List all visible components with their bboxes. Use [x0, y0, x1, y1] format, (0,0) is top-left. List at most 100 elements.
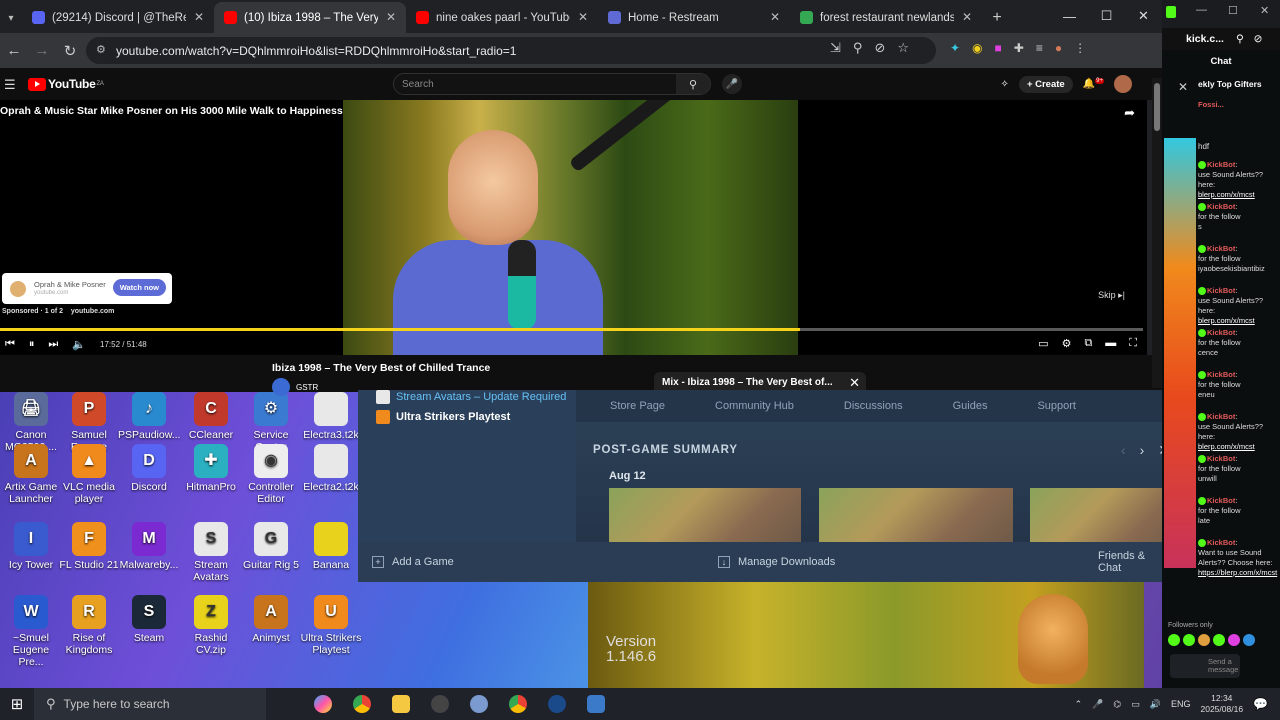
forward-icon[interactable]: → [28, 42, 56, 59]
add-game-button[interactable]: + Add a Game [372, 556, 454, 568]
close-icon[interactable]: ✕ [1260, 4, 1269, 17]
clock[interactable]: 12:34 2025/08/16 [1201, 693, 1244, 715]
screenshot-thumbnail[interactable] [609, 488, 801, 542]
microphone-icon[interactable]: 🎤 [722, 74, 742, 94]
skip-ad-button[interactable]: Skip ▸| [1098, 290, 1125, 301]
desktop-shortcut[interactable]: C CCleaner [180, 392, 242, 441]
desktop-shortcut[interactable]: ◉ Controller Editor [240, 444, 302, 505]
search-icon[interactable]: ⚲ [676, 74, 710, 94]
desktop-shortcut[interactable]: I Icy Tower [0, 522, 62, 571]
eye-off-icon[interactable]: ⊘ [874, 40, 885, 56]
install-icon[interactable]: ⇲ [830, 40, 841, 56]
browser-tab[interactable]: Home - Restream ✕ [598, 2, 790, 33]
zoom-icon[interactable]: ⚲ [853, 40, 863, 56]
desktop-shortcut[interactable]: D Discord [118, 444, 180, 493]
store-page-link[interactable]: Store Page [610, 400, 665, 412]
library-item-stream-avatars[interactable]: Stream Avatars – Update Required [376, 390, 566, 404]
share-icon[interactable]: ➦ [1124, 105, 1135, 121]
hamburger-icon[interactable]: ☰ [4, 77, 16, 93]
community-hub-link[interactable]: Community Hub [715, 400, 794, 412]
copilot-icon[interactable] [314, 695, 332, 713]
volume-icon[interactable]: 🔊 [1150, 699, 1161, 710]
guides-link[interactable]: Guides [953, 400, 988, 412]
chat-link[interactable]: blerp.com/x/mcst [1198, 190, 1255, 199]
desktop-shortcut[interactable]: G Guitar Rig 5 [240, 522, 302, 571]
discussions-link[interactable]: Discussions [844, 400, 903, 412]
file-explorer-icon[interactable] [392, 695, 410, 713]
channel-info[interactable]: GSTR [272, 378, 318, 396]
previous-icon[interactable]: ⏮ [5, 338, 15, 351]
close-tab-icon[interactable]: ✕ [194, 10, 204, 24]
battery-icon[interactable]: ▭ [1131, 699, 1140, 710]
reload-icon[interactable]: ↻ [56, 42, 84, 60]
captions-icon[interactable]: ▭ [1038, 337, 1048, 350]
minimize-icon[interactable]: — [1051, 0, 1088, 32]
fullscreen-icon[interactable]: ⛶ [1129, 337, 1137, 350]
create-button[interactable]: + Create [1018, 75, 1073, 93]
video-player[interactable]: Oprah & Music Star Mike Posner on His 30… [0, 100, 1147, 355]
extension-icon[interactable]: ✦ [950, 41, 960, 55]
emote-icon[interactable] [1198, 634, 1210, 646]
close-tab-icon[interactable]: ✕ [962, 10, 972, 24]
mix-playlist-header[interactable]: Mix - Ibiza 1998 – The Very Best of... ✕ [654, 372, 866, 392]
chat-send-input[interactable]: Send a message [1170, 654, 1240, 678]
volume-icon[interactable]: 🔈 [72, 338, 86, 351]
watch-now-button[interactable]: Watch now [112, 279, 166, 296]
screenshot-thumbnail[interactable] [819, 488, 1013, 542]
profile-icon[interactable]: ● [1055, 41, 1062, 55]
miniplayer-icon[interactable]: ⧉ [1084, 337, 1092, 350]
new-tab-button[interactable]: + [982, 3, 1012, 33]
desktop-shortcut[interactable]: U Ultra Strikers Playtest [300, 595, 362, 656]
minimize-icon[interactable]: — [1196, 4, 1207, 16]
desktop-shortcut[interactable]: Z Rashid CV.zip [180, 595, 242, 656]
close-tab-icon[interactable]: ✕ [578, 10, 588, 24]
desktop-shortcut[interactable]: ✚ HitmanPro [180, 444, 242, 493]
chat-link[interactable]: https://blerp.com/x/mcst [1198, 568, 1277, 577]
bookmark-star-icon[interactable]: ☆ [897, 40, 909, 56]
library-item-ultra-strikers[interactable]: Ultra Strikers Playtest [376, 410, 510, 424]
game-icon[interactable] [587, 695, 605, 713]
address-bar[interactable]: ⚙ youtube.com/watch?v=DQhlmmroiHo&list=R… [86, 37, 936, 64]
tab-search-icon[interactable]: ▾ [0, 3, 22, 33]
windows-start-icon[interactable]: ⊞ [0, 695, 34, 713]
desktop-shortcut[interactable]: Banana [300, 522, 362, 571]
network-icon[interactable]: ⌬ [1113, 699, 1121, 710]
close-icon[interactable]: ✕ [1178, 80, 1188, 94]
maximize-icon[interactable]: ☐ [1088, 0, 1125, 32]
desktop-shortcut[interactable]: A Artix Game Launcher [0, 444, 62, 505]
ad-card[interactable]: Oprah & Mike Posner youtube.com Watch no… [2, 273, 172, 304]
video-overlay-title[interactable]: Oprah & Music Star Mike Posner on His 30… [0, 105, 343, 117]
desktop-shortcut[interactable]: W ~Smuel Eugene Pre... [0, 595, 62, 668]
emote-icon[interactable] [1243, 634, 1255, 646]
back-icon[interactable]: ← [0, 42, 28, 59]
emote-icon[interactable] [1213, 634, 1225, 646]
chrome-icon[interactable] [353, 695, 371, 713]
desktop-shortcut[interactable]: Electra2.t2k [300, 444, 362, 493]
zoom-icon[interactable]: ⚲ [1236, 33, 1244, 45]
microphone-icon[interactable]: 🎤 [1092, 699, 1103, 710]
chevron-left-icon[interactable]: ‹ [1121, 442, 1126, 459]
youtube-logo[interactable]: YouTube ZA [28, 77, 104, 91]
close-tab-icon[interactable]: ✕ [386, 10, 396, 24]
settings-gear-icon[interactable]: ⚙ [1062, 337, 1072, 350]
language-indicator[interactable]: ENG [1171, 699, 1191, 709]
eye-off-icon[interactable]: ⊘ [1254, 33, 1263, 45]
desktop-shortcut[interactable]: S Steam [118, 595, 180, 644]
theater-mode-icon[interactable]: ▬ [1105, 337, 1116, 350]
video-frame[interactable] [343, 100, 798, 355]
next-icon[interactable]: ⏭ [48, 338, 58, 351]
chevron-up-icon[interactable]: ⌃ [1075, 699, 1083, 710]
desktop-shortcut[interactable]: ♪ PSPaudiow... [118, 392, 180, 441]
page-scrollbar[interactable] [1152, 78, 1162, 388]
chat-link[interactable]: blerp.com/x/mcst [1198, 442, 1255, 451]
chat-link[interactable]: blerp.com/x/mcst [1198, 316, 1255, 325]
puzzle-icon[interactable]: ✚ [1014, 41, 1024, 55]
maximize-icon[interactable]: ☐ [1228, 4, 1238, 17]
game-window[interactable]: Version 1.146.6 [588, 582, 1144, 688]
pause-icon[interactable]: ⏸ [29, 338, 35, 351]
paint-icon[interactable] [470, 695, 488, 713]
manage-downloads-button[interactable]: ↓ Manage Downloads [718, 556, 835, 568]
obs-icon[interactable] [431, 695, 449, 713]
browser-tab[interactable]: nine oakes paarl - YouTube ✕ [406, 2, 598, 33]
extension-icon[interactable]: ◉ [972, 41, 982, 55]
